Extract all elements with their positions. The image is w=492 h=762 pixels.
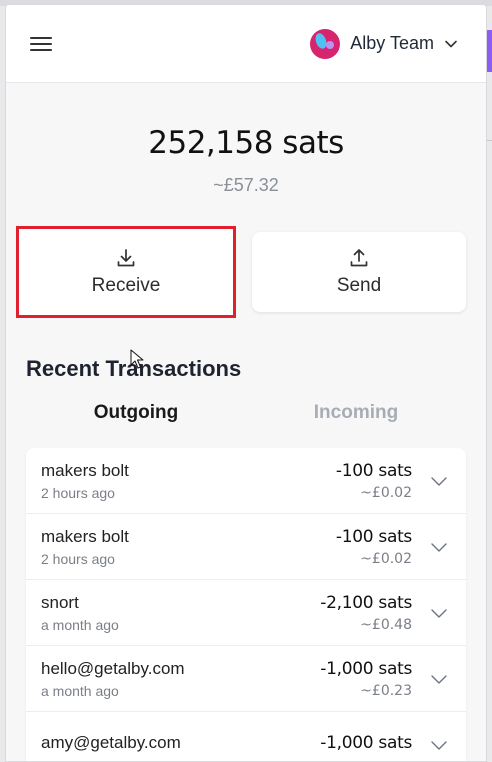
- balance-fiat: ~£57.32: [213, 175, 279, 195]
- chevron-down-icon[interactable]: [430, 604, 448, 622]
- account-name: Alby Team: [350, 33, 434, 53]
- transaction-row[interactable]: amy@getalby.com -1,000 sats: [26, 712, 466, 761]
- transaction-row[interactable]: makers bolt 2 hours ago -100 sats ~£0.02: [26, 514, 466, 580]
- chevron-down-icon[interactable]: [430, 736, 448, 754]
- wallet-popup: Alby Team 252,158 sats ~£57.32 Receive S…: [5, 4, 487, 762]
- balance-section: 252,158 sats ~£57.32: [6, 125, 486, 196]
- receive-button[interactable]: Receive: [16, 226, 236, 318]
- transaction-list: makers bolt 2 hours ago -100 sats ~£0.02…: [26, 448, 466, 761]
- hamburger-menu-icon[interactable]: [30, 32, 54, 56]
- action-buttons: Receive Send: [16, 226, 466, 318]
- receive-label: Receive: [91, 275, 161, 296]
- account-switcher[interactable]: Alby Team: [310, 28, 458, 59]
- transaction-fiat: ~£0.02: [360, 550, 412, 567]
- transaction-amount: -1,000 sats: [320, 658, 412, 679]
- balance-sats: 252,158 sats: [148, 125, 344, 161]
- chevron-down-icon[interactable]: [430, 538, 448, 556]
- chevron-down-icon[interactable]: [430, 670, 448, 688]
- transaction-name: amy@getalby.com: [41, 733, 181, 752]
- transaction-fiat: ~£0.02: [360, 484, 412, 501]
- upload-icon: [350, 249, 368, 267]
- tab-incoming[interactable]: Incoming: [246, 402, 466, 432]
- transaction-amount: -100 sats: [335, 526, 412, 547]
- transaction-row[interactable]: snort a month ago -2,100 sats ~£0.48: [26, 580, 466, 646]
- transaction-row[interactable]: makers bolt 2 hours ago -100 sats ~£0.02: [26, 448, 466, 514]
- transaction-fiat: ~£0.23: [360, 682, 412, 699]
- download-icon: [117, 249, 135, 267]
- transaction-time: 2 hours ago: [41, 550, 115, 567]
- transaction-time: a month ago: [41, 616, 119, 633]
- transaction-time: a month ago: [41, 682, 119, 699]
- transaction-name: hello@getalby.com: [41, 658, 185, 678]
- transaction-time: 2 hours ago: [41, 484, 115, 501]
- transaction-amount: -1,000 sats: [320, 733, 412, 753]
- transaction-amount: -100 sats: [335, 460, 412, 481]
- send-button[interactable]: Send: [252, 232, 466, 312]
- transaction-name: snort: [41, 592, 79, 612]
- transaction-name: makers bolt: [41, 526, 129, 546]
- transaction-amount: -2,100 sats: [320, 592, 412, 613]
- transaction-fiat: ~£0.48: [360, 616, 412, 633]
- transaction-name: makers bolt: [41, 460, 129, 480]
- chevron-down-icon[interactable]: [430, 472, 448, 490]
- avatar: [310, 28, 341, 59]
- header: Alby Team: [6, 5, 486, 83]
- tab-outgoing[interactable]: Outgoing: [26, 402, 246, 432]
- transaction-tabs: Outgoing Incoming: [26, 402, 466, 432]
- send-label: Send: [336, 275, 382, 296]
- chevron-down-icon: [445, 40, 457, 47]
- transaction-row[interactable]: hello@getalby.com a month ago -1,000 sat…: [26, 646, 466, 712]
- section-title: Recent Transactions: [26, 356, 242, 381]
